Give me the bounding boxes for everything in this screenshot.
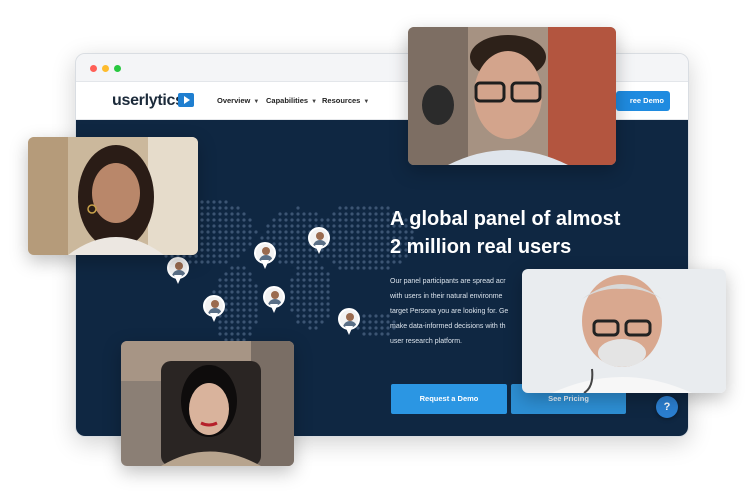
- nav-capabilities-label: Capabilities: [266, 96, 309, 105]
- nav-overview-label: Overview: [217, 96, 251, 105]
- request-demo-button[interactable]: Request a Demo: [391, 384, 507, 414]
- location-pin-icon: [254, 242, 276, 270]
- location-pin-icon: [167, 257, 189, 285]
- location-pin-icon: [308, 227, 330, 255]
- hero-title-line-1: A global panel of almost: [390, 208, 621, 230]
- participant-portrait: [28, 137, 198, 255]
- hero-title-line-2: 2 million real users: [390, 236, 572, 258]
- participant-video-woman-earrings: [28, 137, 198, 255]
- nav-resources[interactable]: Resources ▼: [322, 96, 369, 105]
- nav-capabilities[interactable]: Capabilities ▼: [266, 96, 317, 105]
- chevron-down-icon: ▼: [363, 99, 370, 105]
- nav-overview[interactable]: Overview ▼: [217, 96, 259, 105]
- participant-video-elderly-man: [522, 269, 726, 393]
- hero-title: A global panel of almost 2 million real …: [390, 205, 650, 261]
- free-demo-button[interactable]: ree Demo: [616, 91, 670, 111]
- location-pin-icon: [338, 308, 360, 336]
- participant-video-man-glasses: [408, 27, 616, 165]
- chevron-down-icon: ▼: [253, 99, 260, 105]
- participant-portrait: [408, 27, 616, 165]
- location-pin-icon: [263, 286, 285, 314]
- location-pin-icon: [203, 295, 225, 323]
- help-icon[interactable]: ?: [656, 396, 678, 418]
- site-logo[interactable]: userlytics: [112, 92, 184, 110]
- participant-video-woman-laptop: [121, 341, 294, 466]
- stage: userlytics Overview ▼ Capabilities ▼ Resou…: [0, 0, 750, 500]
- participant-portrait: [522, 269, 726, 393]
- window-close-dot[interactable]: [90, 65, 97, 72]
- chevron-down-icon: ▼: [311, 99, 318, 105]
- logo-text: userlytics: [112, 92, 184, 109]
- participant-portrait: [121, 341, 294, 466]
- nav-resources-label: Resources: [322, 96, 361, 105]
- window-minimize-dot[interactable]: [102, 65, 109, 72]
- play-icon: [178, 93, 194, 107]
- window-maximize-dot[interactable]: [114, 65, 121, 72]
